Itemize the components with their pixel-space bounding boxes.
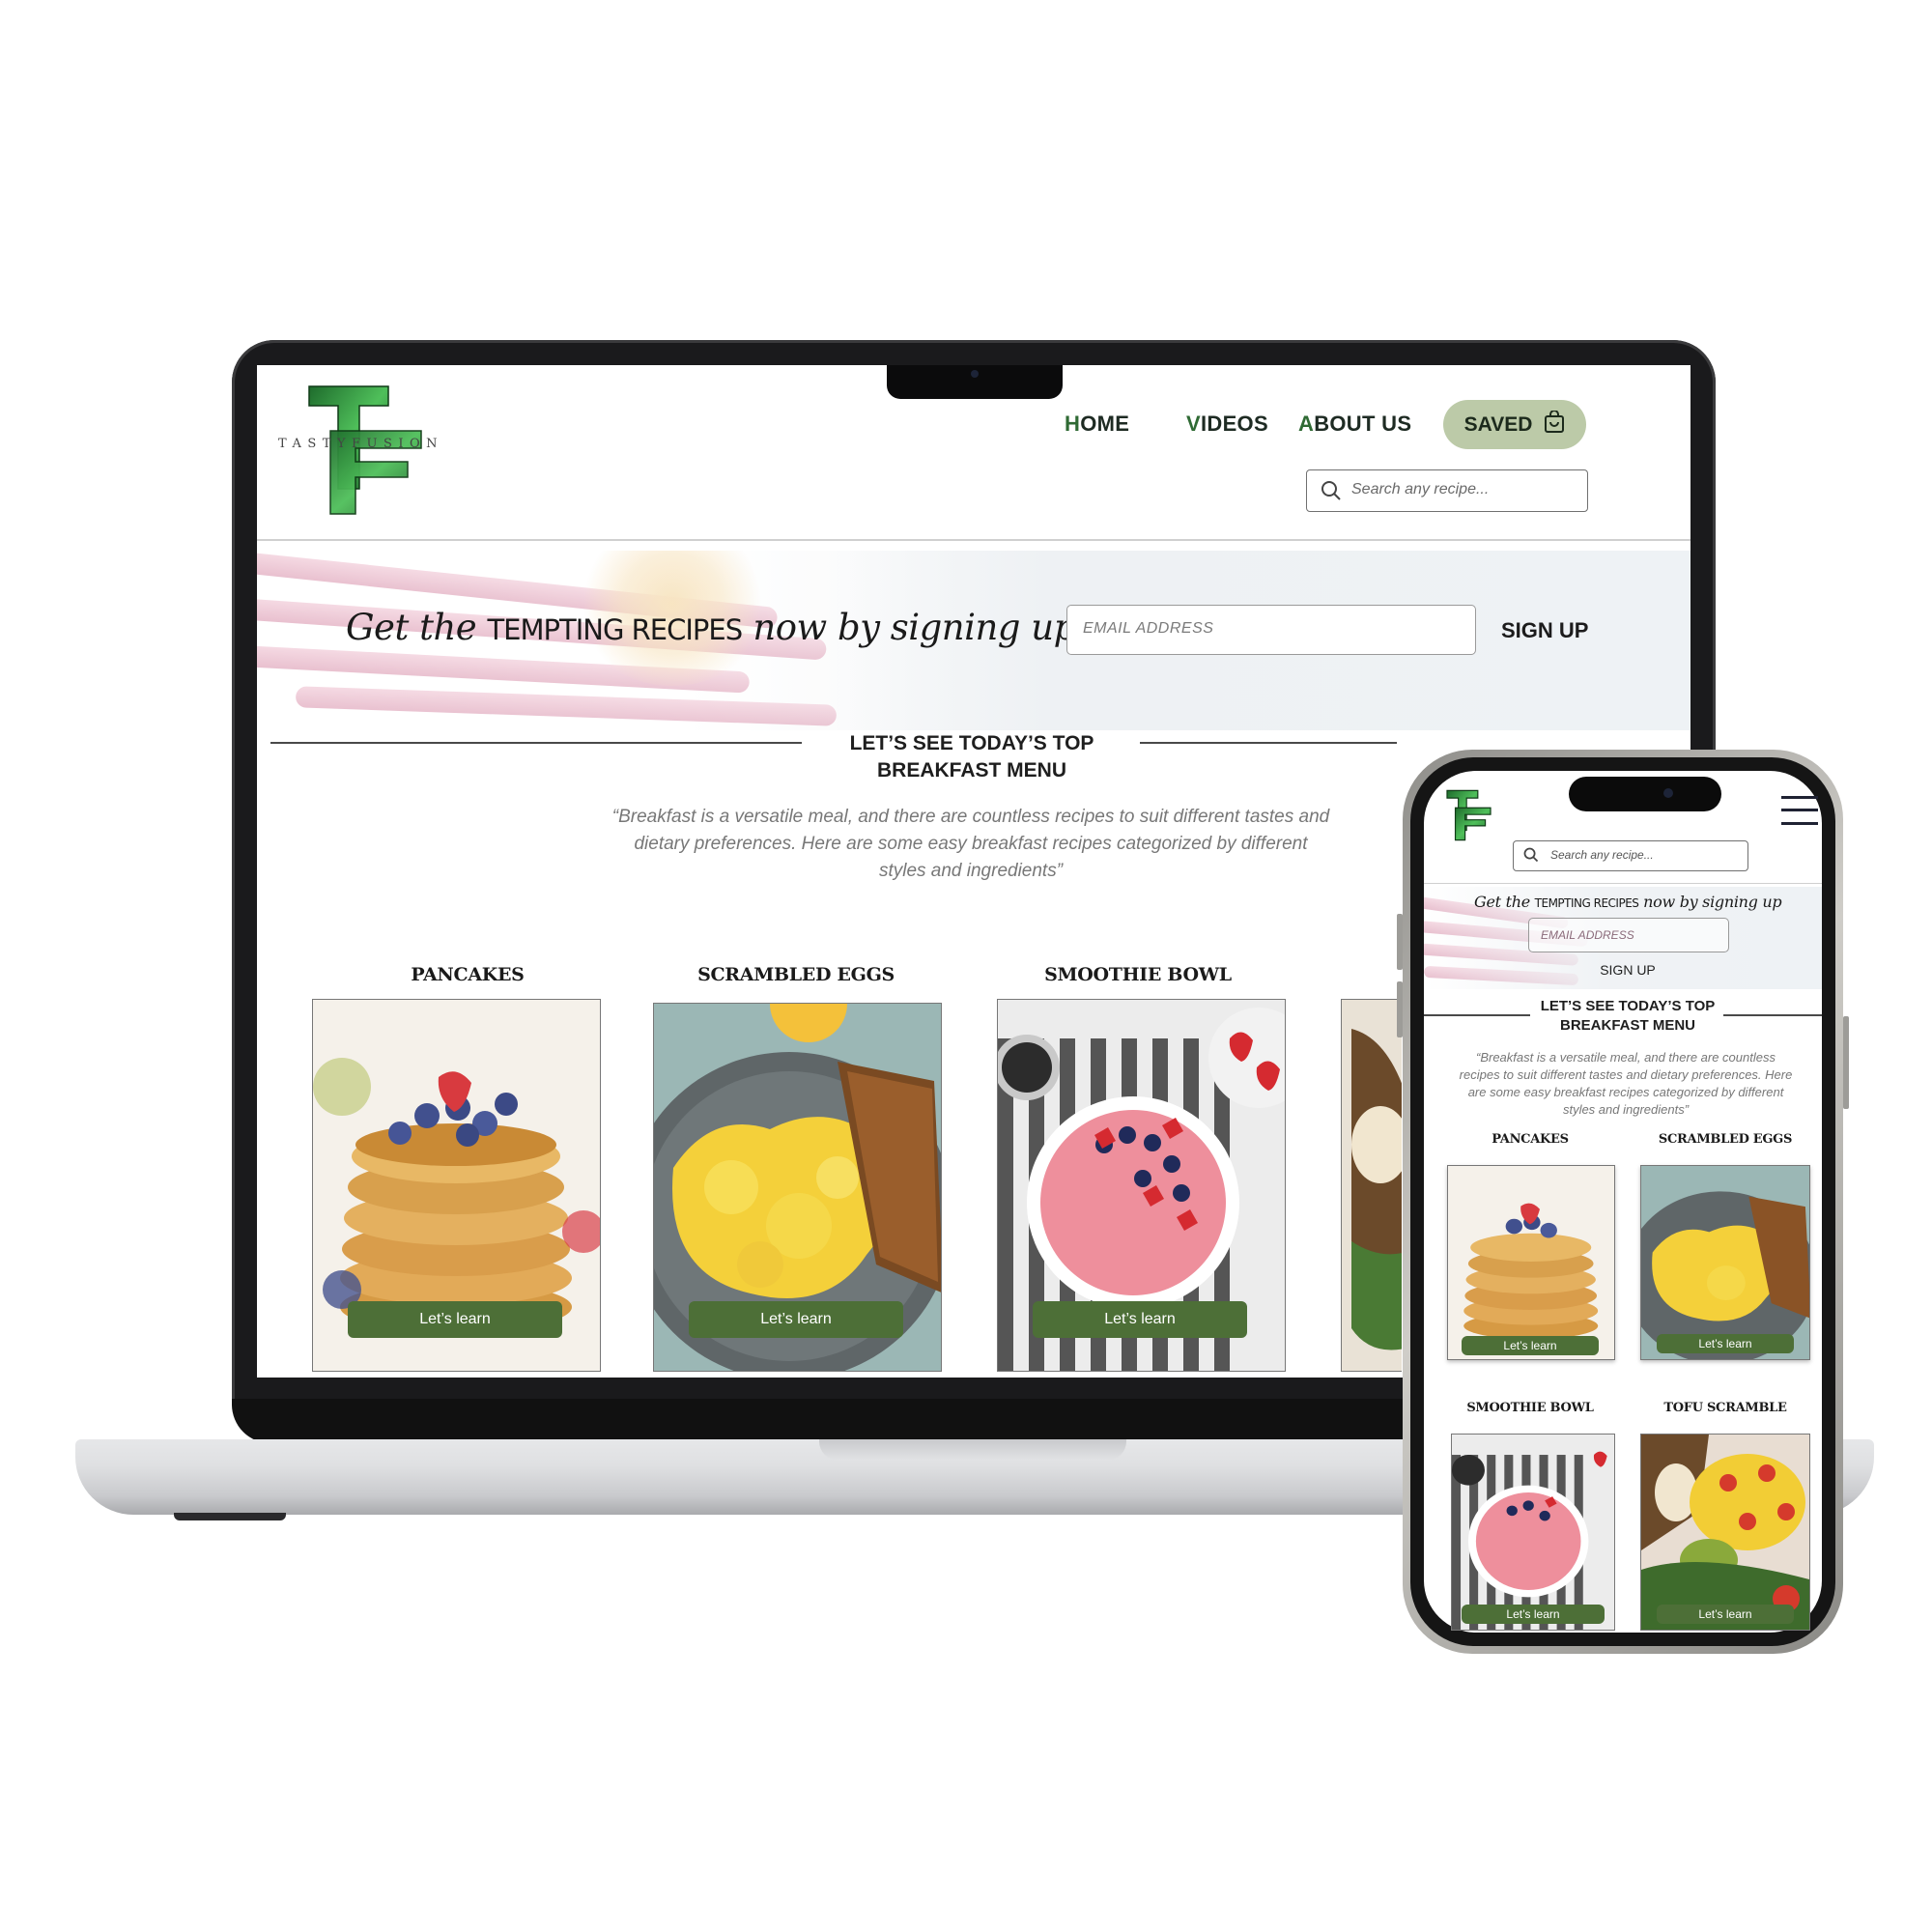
header-divider [257, 539, 1690, 541]
search-placeholder: Search any recipe... [1351, 481, 1490, 497]
phone-side-button [1843, 1016, 1849, 1109]
search-icon [1321, 480, 1342, 506]
search-input[interactable]: Search any recipe... [1513, 840, 1748, 871]
email-placeholder: EMAIL ADDRESS [1083, 620, 1214, 637]
dynamic-island [1569, 777, 1721, 811]
laptop-groove [819, 1439, 1126, 1461]
site-logo[interactable]: TASTYFUSION [274, 381, 473, 520]
card-title-pancakes: PANCAKES [411, 964, 525, 985]
section-title: LET’S SEE TODAY’S TOP BREAKFAST MENU [849, 732, 1094, 781]
card-title-scrambled-eggs: SCRAMBLED EGGS [1658, 1132, 1793, 1147]
recipe-card-tofu-scramble[interactable]: Let’s learn [1640, 1434, 1810, 1631]
signup-headline: Get the TEMPTING RECIPES now by signing … [346, 607, 1076, 648]
email-field[interactable]: EMAIL ADDRESS [1528, 918, 1729, 952]
search-placeholder: Search any recipe... [1550, 848, 1654, 862]
hamburger-menu-icon[interactable] [1781, 794, 1818, 827]
lets-learn-button[interactable]: Let’s learn [1462, 1336, 1599, 1355]
card-title-smoothie-bowl: SMOOTHIE BOWL [1044, 964, 1232, 985]
saved-label: SAVED [1463, 412, 1533, 436]
search-icon [1523, 847, 1539, 867]
shopping-bag-icon [1544, 409, 1565, 440]
divider-left [1424, 1014, 1530, 1016]
nav-videos[interactable]: VIDEOS [1186, 412, 1268, 437]
laptop-foot [174, 1513, 286, 1520]
divider-right [1723, 1014, 1822, 1016]
header-divider [1424, 883, 1822, 884]
section-quote: “Breakfast is a versatile meal, and ther… [1459, 1050, 1793, 1117]
site-logo[interactable] [1434, 788, 1511, 842]
lets-learn-button[interactable]: Let’s learn [348, 1301, 562, 1338]
section-quote: “Breakfast is a versatile meal, and ther… [611, 807, 1330, 881]
section-title: LET’S SEE TODAY’S TOP BREAKFAST MENU [1540, 998, 1716, 1034]
sign-up-button[interactable]: SIGN UP [1584, 962, 1671, 978]
card-title-pancakes: PANCAKES [1492, 1132, 1569, 1147]
lets-learn-button[interactable]: Let’s learn [1033, 1301, 1247, 1338]
email-field[interactable]: EMAIL ADDRESS [1066, 605, 1476, 655]
recipe-card-pancakes[interactable]: Let’s learn [1447, 1165, 1615, 1360]
card-title-tofu-scramble: TOFU SCRAMBLE [1663, 1401, 1787, 1415]
card-title-smoothie-bowl: SMOOTHIE BOWL [1466, 1401, 1594, 1415]
sign-up-button[interactable]: SIGN UP [1501, 618, 1588, 643]
camera-icon [1663, 788, 1673, 798]
recipe-card-scrambled-eggs[interactable]: Let’s learn [1640, 1165, 1810, 1360]
lets-learn-button[interactable]: Let’s learn [689, 1301, 903, 1338]
saved-button[interactable]: SAVED [1443, 400, 1586, 449]
email-placeholder: EMAIL ADDRESS [1541, 928, 1634, 942]
lets-learn-button[interactable]: Let’s learn [1462, 1605, 1605, 1624]
signup-headline: Get the TEMPTING RECIPES now by signing … [1474, 893, 1782, 911]
nav-about-us[interactable]: ABOUT US [1298, 412, 1411, 437]
recipe-card-scrambled-eggs[interactable]: Let’s learn [653, 1003, 942, 1372]
lets-learn-button[interactable]: Let’s learn [1657, 1605, 1794, 1624]
recipe-card-tofu-scramble[interactable] [1341, 999, 1402, 1372]
recipe-card-smoothie-bowl[interactable]: Let’s learn [1451, 1434, 1615, 1631]
lets-learn-button[interactable]: Let’s learn [1657, 1334, 1794, 1353]
camera-icon [971, 370, 979, 378]
brand-name: TASTYFUSION [278, 437, 444, 451]
recipe-card-pancakes[interactable]: Let’s learn [312, 999, 601, 1372]
nav-home[interactable]: HOME [1065, 412, 1129, 437]
search-input[interactable]: Search any recipe... [1306, 469, 1588, 512]
divider-right [1140, 742, 1397, 744]
card-title-scrambled-eggs: SCRAMBLED EGGS [697, 964, 895, 985]
divider-left [270, 742, 802, 744]
recipe-card-smoothie-bowl[interactable]: Let’s learn [997, 999, 1286, 1372]
